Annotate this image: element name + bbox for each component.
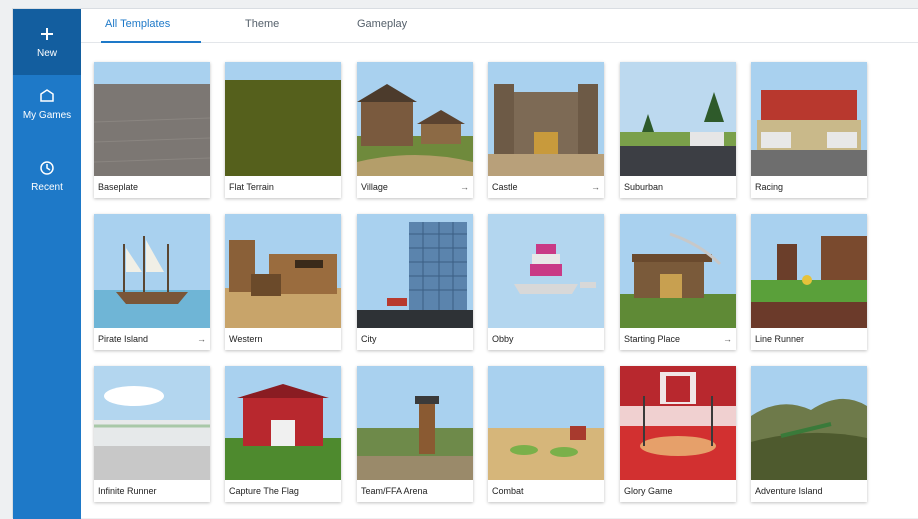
template-card[interactable]: Suburban: [620, 62, 736, 198]
template-name: Starting Place: [624, 334, 681, 344]
sidebar-item-my-games[interactable]: My Games: [13, 85, 81, 137]
template-name: Pirate Island: [98, 334, 149, 344]
sidebar-item-label: My Games: [22, 110, 72, 121]
sidebar-item-new[interactable]: New: [13, 9, 81, 75]
template-card[interactable]: Western: [225, 214, 341, 350]
sidebar-item-recent[interactable]: Recent: [13, 157, 81, 209]
template-thumbnail: [620, 366, 736, 480]
sidebar: New My Games Recent: [13, 9, 81, 519]
arrow-icon: →: [460, 182, 469, 192]
template-card[interactable]: Team/FFA Arena: [357, 366, 473, 502]
template-name: Capture The Flag: [229, 486, 299, 496]
template-card[interactable]: Glory Game: [620, 366, 736, 502]
sidebar-item-label: New: [36, 48, 57, 59]
template-name: Combat: [492, 486, 524, 496]
tab-bar: All Templates Theme Gameplay: [81, 9, 918, 43]
template-thumbnail: [94, 366, 210, 480]
template-thumbnail: [357, 366, 473, 480]
template-card[interactable]: Baseplate: [94, 62, 210, 198]
template-card[interactable]: Obby: [488, 214, 604, 350]
template-thumbnail: [225, 62, 341, 176]
template-card[interactable]: Racing: [751, 62, 867, 198]
template-card[interactable]: Adventure Island: [751, 366, 867, 502]
template-card[interactable]: Line Runner: [751, 214, 867, 350]
template-name: Racing: [755, 182, 784, 192]
template-name: Obby: [492, 334, 514, 344]
template-card[interactable]: Starting Place →: [620, 214, 736, 350]
template-name: Infinite Runner: [98, 486, 157, 496]
template-thumbnail: [225, 214, 341, 328]
template-card[interactable]: Pirate Island →: [94, 214, 210, 350]
tab-theme[interactable]: Theme: [241, 9, 283, 43]
app-frame: New My Games Recent All Templates Theme …: [0, 0, 918, 519]
arrow-icon: →: [197, 334, 206, 344]
template-name: Castle: [492, 182, 518, 192]
template-card[interactable]: Flat Terrain: [225, 62, 341, 198]
template-name: Western: [229, 334, 263, 344]
template-card[interactable]: Infinite Runner: [94, 366, 210, 502]
template-name: Glory Game: [624, 486, 673, 496]
plus-icon: [40, 23, 54, 45]
template-card[interactable]: Combat: [488, 366, 604, 502]
clock-icon: [39, 157, 55, 179]
tab-all-templates[interactable]: All Templates: [101, 9, 201, 43]
template-thumbnail: [751, 62, 867, 176]
template-name: Team/FFA Arena: [361, 486, 428, 496]
template-card[interactable]: Castle →: [488, 62, 604, 198]
template-thumbnail: [488, 62, 604, 176]
template-card[interactable]: Capture The Flag: [225, 366, 341, 502]
template-thumbnail: [620, 62, 736, 176]
tab-gameplay[interactable]: Gameplay: [353, 9, 411, 43]
template-name: Flat Terrain: [229, 182, 274, 192]
template-thumbnail: [751, 214, 867, 328]
template-thumbnail: [94, 214, 210, 328]
template-thumbnail: [225, 366, 341, 480]
arrow-icon: →: [591, 182, 600, 192]
template-card[interactable]: City: [357, 214, 473, 350]
template-thumbnail: [357, 214, 473, 328]
template-card[interactable]: Village →: [357, 62, 473, 198]
sidebar-item-label: Recent: [31, 182, 63, 193]
template-name: Suburban: [624, 182, 664, 192]
template-thumbnail: [94, 62, 210, 176]
template-name: Line Runner: [755, 334, 805, 344]
template-name: Village: [361, 182, 388, 192]
template-thumbnail: [620, 214, 736, 328]
template-thumbnail: [751, 366, 867, 480]
folder-icon: [39, 85, 55, 107]
template-thumbnail: [488, 214, 604, 328]
template-thumbnail: [357, 62, 473, 176]
template-name: Adventure Island: [755, 486, 823, 496]
arrow-icon: →: [723, 334, 732, 344]
template-name: City: [361, 334, 377, 344]
template-name: Baseplate: [98, 182, 139, 192]
template-thumbnail: [488, 366, 604, 480]
